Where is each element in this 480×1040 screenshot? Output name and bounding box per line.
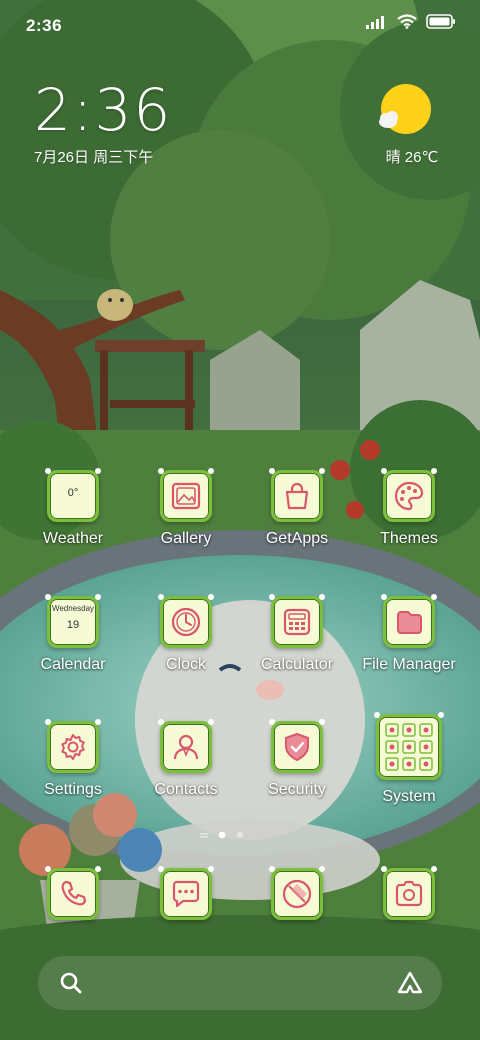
person-icon — [173, 734, 199, 760]
clock-icon — [171, 607, 201, 637]
app-gallery[interactable]: Gallery — [126, 468, 246, 580]
shield-check-icon — [285, 733, 309, 761]
wifi-icon — [397, 14, 417, 29]
app-file-manager[interactable]: File Manager — [349, 594, 469, 706]
search-bar[interactable] — [38, 956, 442, 1010]
app-calculator[interactable]: Calculator — [237, 594, 357, 706]
app-label: File Manager — [362, 656, 456, 673]
clock-widget[interactable]: 2:36 7月26日 周三下午 — [34, 78, 172, 167]
app-label: Calculator — [260, 656, 334, 673]
status-icons — [366, 14, 456, 29]
clock-widget-time: 2:36 — [34, 76, 173, 144]
app-label: Gallery — [160, 530, 212, 547]
app-clock[interactable]: Clock — [126, 594, 246, 706]
app-label: System — [382, 788, 436, 805]
calendar-day: 19 — [66, 619, 80, 631]
battery-icon — [426, 14, 455, 29]
page-indicator[interactable] — [200, 830, 280, 840]
sun-cloud-icon — [379, 84, 431, 134]
shopping-bag-icon — [285, 482, 309, 510]
palette-icon — [394, 481, 424, 511]
app-label: GetApps — [265, 530, 329, 547]
calendar-icon: Wednesday 19 — [45, 594, 101, 648]
app-label: Contacts — [154, 781, 218, 798]
app-label: Calendar — [40, 656, 106, 673]
weather-tile-degree: 0° — [67, 487, 79, 499]
gallery-icon — [171, 482, 201, 510]
app-security[interactable]: Security — [237, 719, 357, 831]
app-calendar[interactable]: Wednesday 19 Calendar — [13, 594, 133, 706]
signal-bars-icon — [366, 15, 384, 29]
app-weather[interactable]: 0° Weather — [13, 468, 133, 580]
app-label: Themes — [380, 530, 438, 547]
status-time: 2:36 — [26, 16, 63, 35]
status-bar: 2:36 — [0, 0, 480, 50]
page-indicator-menu — [200, 836, 208, 838]
weather-icon: 0° — [45, 468, 101, 522]
app-label: Settings — [44, 781, 102, 798]
weather-temperature: 晴 26℃ — [385, 149, 439, 166]
clock-widget-date: 7月26日 周三下午 — [34, 149, 154, 166]
folder-icon — [397, 611, 422, 634]
app-folder-icon — [385, 723, 433, 771]
message-icon — [172, 880, 200, 908]
search-icon[interactable] — [58, 970, 84, 996]
camera-icon — [395, 880, 423, 907]
page-indicator-menu — [200, 833, 208, 835]
app-contacts[interactable]: Contacts — [126, 719, 246, 831]
weather-widget[interactable]: 晴 26℃ — [374, 84, 444, 170]
app-system-folder[interactable]: System — [349, 712, 469, 824]
page-dot-active — [218, 831, 226, 839]
app-themes[interactable]: Themes — [349, 468, 469, 580]
browser-icon — [282, 879, 312, 909]
assistant-icon[interactable] — [396, 970, 424, 996]
app-label: Weather — [42, 530, 104, 547]
app-settings[interactable]: Settings — [13, 719, 133, 831]
page-dot — [236, 831, 244, 839]
calculator-icon — [283, 608, 311, 636]
app-getapps[interactable]: GetApps — [237, 468, 357, 580]
calendar-weekday: Wednesday — [51, 604, 95, 613]
phone-icon — [61, 880, 87, 906]
gear-icon — [61, 734, 85, 760]
app-label: Clock — [165, 656, 206, 673]
app-label: Security — [268, 781, 326, 798]
